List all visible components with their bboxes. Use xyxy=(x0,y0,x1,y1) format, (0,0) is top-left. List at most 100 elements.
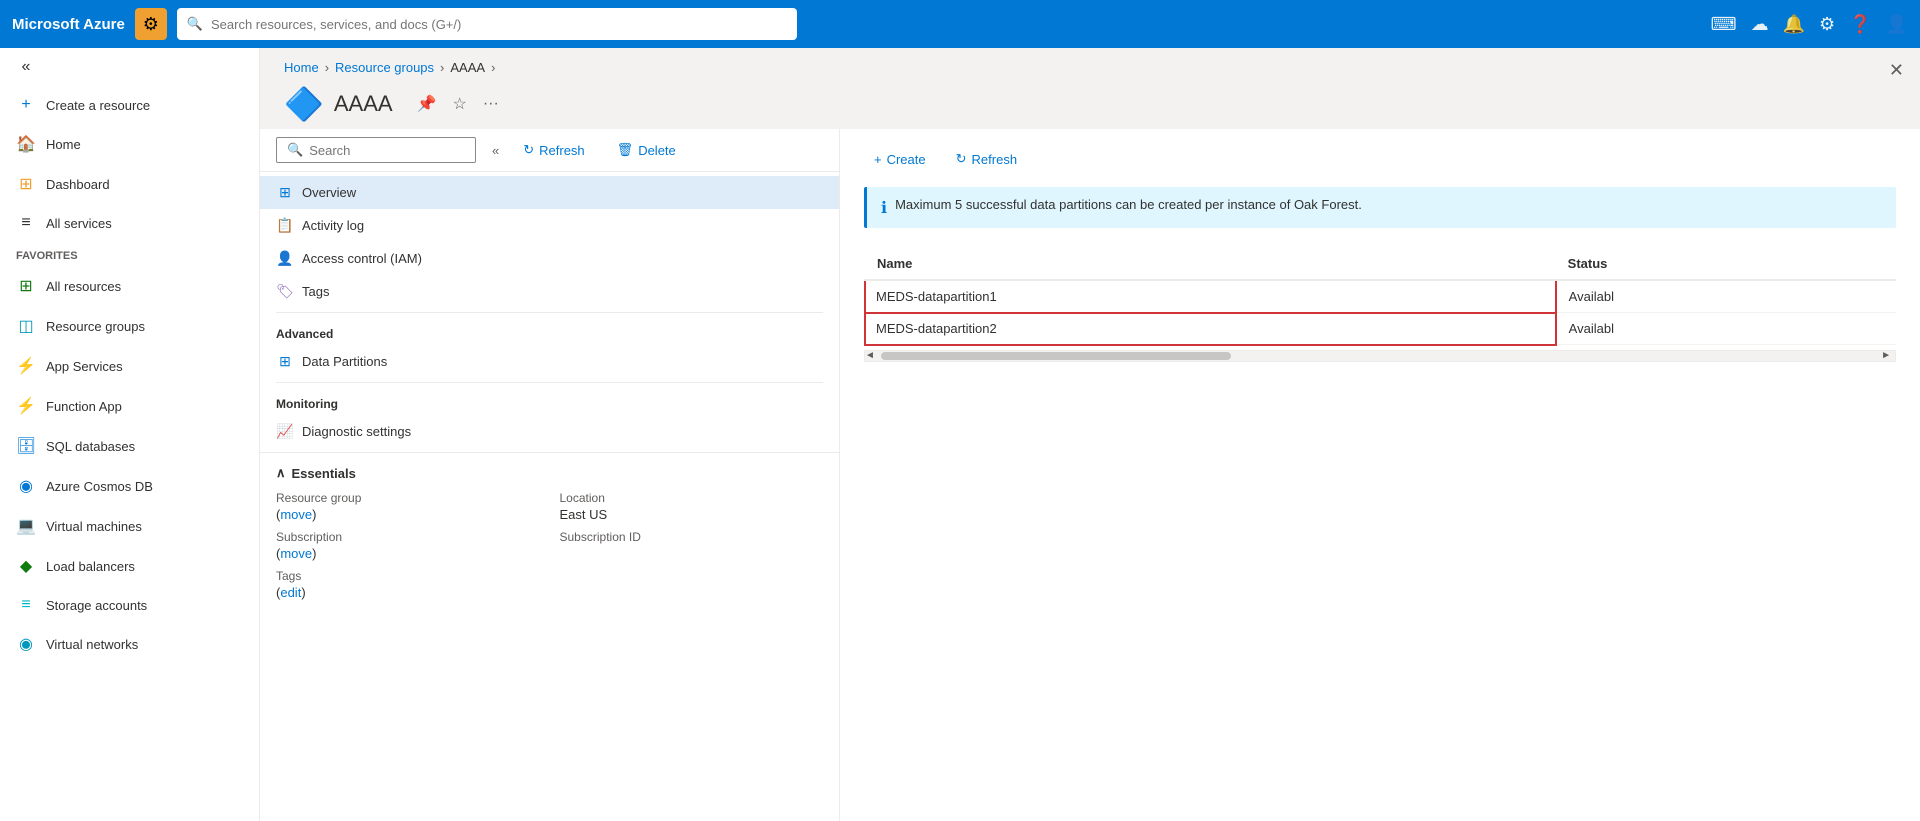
activity-log-icon: 📋 xyxy=(276,217,294,234)
scroll-left-icon[interactable]: ◄ xyxy=(865,350,875,361)
essentials-tags: Tags (edit) xyxy=(276,569,540,600)
nav-divider-monitoring xyxy=(276,382,823,383)
essentials-resource-group: Resource group (move) xyxy=(276,491,540,522)
sidebar-item-sql-databases[interactable]: 🗄 SQL databases xyxy=(0,426,259,466)
topbar-search-input[interactable] xyxy=(211,17,787,32)
sidebar-item-storage-accounts[interactable]: ≡ Storage accounts xyxy=(0,586,259,624)
sidebar-item-resource-groups[interactable]: ◫ Resource groups xyxy=(0,306,259,346)
nav-item-access-control[interactable]: 👤 Access control (IAM) xyxy=(260,242,839,275)
close-button[interactable]: ✕ xyxy=(1889,60,1904,81)
panel-search-icon: 🔍 xyxy=(287,142,303,158)
breadcrumb-current: AAAA xyxy=(450,60,485,75)
sidebar-label-all-resources: All resources xyxy=(46,279,121,294)
collapse-icon: « xyxy=(16,58,36,76)
subscription-move-link[interactable]: move xyxy=(280,546,312,561)
settings-icon[interactable]: ⚙ xyxy=(1819,14,1835,35)
resource-groups-icon: ◫ xyxy=(16,316,36,336)
resource-title: AAAA xyxy=(334,91,393,117)
partition-status-2: Availabl xyxy=(1556,313,1896,345)
notifications-icon[interactable]: 🔔 xyxy=(1783,14,1805,35)
essentials-grid: Resource group (move) Location East US S… xyxy=(276,491,823,600)
vm-icon: 💻 xyxy=(16,516,36,536)
sidebar-item-all-services[interactable]: ≡ All services xyxy=(0,204,259,242)
favorites-label: FAVORITES xyxy=(16,250,78,262)
essentials-location: Location East US xyxy=(560,491,824,522)
topbar-logo: Microsoft Azure xyxy=(12,16,125,33)
sidebar-label-load-balancers: Load balancers xyxy=(46,559,135,574)
sql-icon: 🗄 xyxy=(16,436,36,456)
plus-icon: + xyxy=(16,96,36,114)
sidebar-label-dashboard: Dashboard xyxy=(46,177,110,192)
partition-name-2[interactable]: MEDS-datapartition2 xyxy=(865,313,1556,345)
sidebar-item-all-resources[interactable]: ⊞ All resources xyxy=(0,266,259,306)
help-icon[interactable]: ❓ xyxy=(1849,14,1871,35)
nav-item-overview[interactable]: ⊞ Overview xyxy=(260,176,839,209)
sidebar-item-app-services[interactable]: ⚡ App Services xyxy=(0,346,259,386)
sidebar-label-virtual-networks: Virtual networks xyxy=(46,637,138,652)
table-row: MEDS-datapartition1 Availabl xyxy=(865,280,1896,313)
info-banner: ℹ Maximum 5 successful data partitions c… xyxy=(864,187,1896,228)
resource-header: 🔷 AAAA 📌 ☆ ··· xyxy=(260,75,1920,129)
nav-divider-advanced xyxy=(276,312,823,313)
sidebar-item-create-resource[interactable]: + Create a resource xyxy=(0,86,259,124)
sidebar-item-dashboard[interactable]: ⊞ Dashboard xyxy=(0,164,259,204)
tags-icon: 🏷 xyxy=(276,283,294,300)
sidebar-label-function-app: Function App xyxy=(46,399,122,414)
col-status: Status xyxy=(1556,248,1896,280)
sidebar-item-home[interactable]: 🏠 Home xyxy=(0,124,259,164)
nav-item-data-partitions[interactable]: ⊞ Data Partitions xyxy=(260,345,839,378)
resource-icon: 🔷 xyxy=(284,85,324,123)
partition-name-1[interactable]: MEDS-datapartition1 xyxy=(865,280,1556,313)
right-refresh-icon: ↻ xyxy=(956,151,967,167)
essentials-subscription: Subscription (move) xyxy=(276,530,540,561)
right-panel: + Create ↻ Refresh ℹ Maximum 5 successfu… xyxy=(840,129,1920,821)
breadcrumb-resource-groups[interactable]: Resource groups xyxy=(335,60,434,75)
essentials-chevron-icon: ∧ xyxy=(276,465,286,481)
horizontal-scrollbar[interactable]: ◄ ► xyxy=(864,350,1896,362)
breadcrumb-home[interactable]: Home xyxy=(284,60,319,75)
essentials-header[interactable]: ∧ Essentials xyxy=(276,465,823,481)
right-create-button[interactable]: + Create xyxy=(864,146,936,173)
dashboard-icon: ⊞ xyxy=(16,174,36,194)
scroll-right-icon[interactable]: ► xyxy=(1881,350,1891,361)
sidebar-item-function-app[interactable]: ⚡ Function App xyxy=(0,386,259,426)
access-control-icon: 👤 xyxy=(276,250,294,267)
table-body: MEDS-datapartition1 Availabl MEDS-datapa… xyxy=(865,280,1896,345)
info-message: Maximum 5 successful data partitions can… xyxy=(895,197,1362,212)
right-create-icon: + xyxy=(874,152,882,167)
sidebar-label-app-services: App Services xyxy=(46,359,123,374)
topbar-icons: ⌨ ☁ 🔔 ⚙ ❓ 👤 xyxy=(1711,14,1908,35)
tags-edit-link[interactable]: edit xyxy=(280,585,301,600)
cloud-shell-icon[interactable]: ☁ xyxy=(1751,14,1769,35)
terminal-icon[interactable]: ⌨ xyxy=(1711,14,1737,35)
right-toolbar: + Create ↻ Refresh xyxy=(864,145,1896,173)
sidebar-label-cosmos-db: Azure Cosmos DB xyxy=(46,479,153,494)
nav-item-tags[interactable]: 🏷 Tags xyxy=(260,275,839,308)
home-icon: 🏠 xyxy=(16,134,36,154)
account-icon[interactable]: 👤 xyxy=(1886,14,1908,35)
star-button[interactable]: ☆ xyxy=(448,90,470,118)
resource-group-move-link[interactable]: move xyxy=(280,507,312,522)
nav-item-activity-log[interactable]: 📋 Activity log xyxy=(260,209,839,242)
more-button[interactable]: ··· xyxy=(479,90,503,118)
delete-button[interactable]: 🗑 Delete xyxy=(609,138,684,162)
panel-search-input[interactable] xyxy=(309,143,465,158)
scrollbar-thumb[interactable] xyxy=(881,352,1231,360)
right-refresh-button[interactable]: ↻ Refresh xyxy=(946,145,1027,173)
panel-toolbar: 🔍 « ↻ Refresh 🗑 Delete xyxy=(260,129,839,172)
sidebar-item-virtual-machines[interactable]: 💻 Virtual machines xyxy=(0,506,259,546)
panel-search-box[interactable]: 🔍 xyxy=(276,137,476,163)
sidebar-item-load-balancers[interactable]: ◆ Load balancers xyxy=(0,546,259,586)
breadcrumb: Home › Resource groups › AAAA › xyxy=(260,48,1920,75)
panel-collapse-btn[interactable]: « xyxy=(492,143,499,158)
pin-button[interactable]: 📌 xyxy=(413,90,441,118)
nav-item-diagnostic-settings[interactable]: 📈 Diagnostic settings xyxy=(260,415,839,448)
storage-icon: ≡ xyxy=(16,596,36,614)
sidebar-item-cosmos-db[interactable]: ◉ Azure Cosmos DB xyxy=(0,466,259,506)
refresh-button[interactable]: ↻ Refresh xyxy=(515,138,592,162)
topbar-search-box[interactable]: 🔍 xyxy=(177,8,797,40)
nav-section: ⊞ Overview 📋 Activity log 👤 Access contr… xyxy=(260,172,839,452)
sidebar-collapse-btn[interactable]: « xyxy=(0,48,259,86)
breadcrumb-more-icon[interactable]: › xyxy=(491,60,495,75)
sidebar-item-virtual-networks[interactable]: ◉ Virtual networks xyxy=(0,624,259,664)
